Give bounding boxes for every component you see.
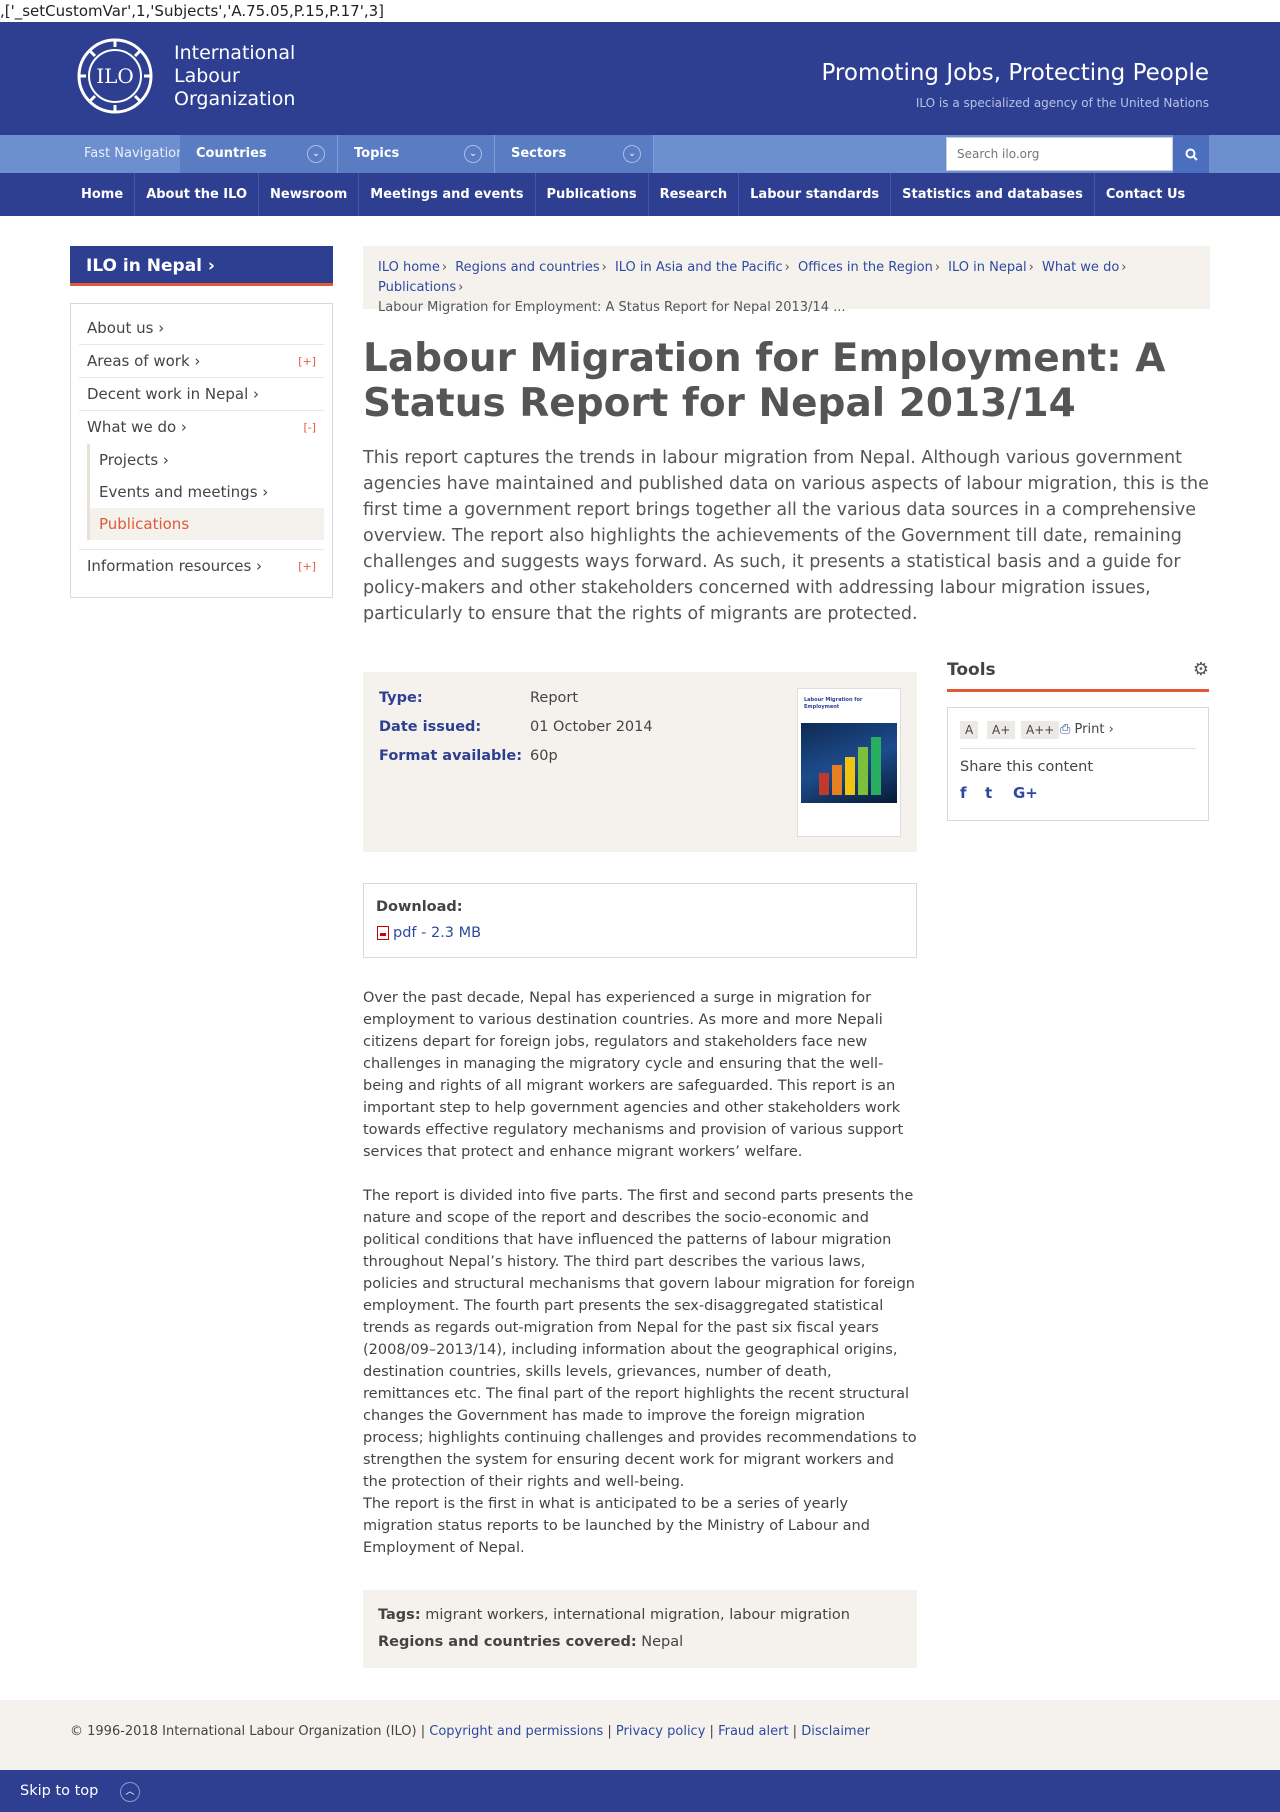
breadcrumb-link[interactable]: ILO in Nepal [948, 260, 1027, 275]
sidebar-item-what-we-do[interactable]: What we do › [-] [79, 411, 324, 444]
nav-statistics[interactable]: Statistics and databases [891, 173, 1095, 216]
font-size-large-button[interactable]: A+ [987, 721, 1016, 739]
breadcrumb-link[interactable]: Publications [378, 280, 456, 295]
footer-link-fraud[interactable]: Fraud alert [718, 1724, 788, 1739]
download-box: Download: pdf - 2.3 MB [363, 883, 917, 958]
fast-navigation: Fast Navigation: Countries ⌄ Topics ⌄ Se… [0, 135, 1280, 173]
tags-box: Tags: migrant workers, international mig… [363, 1590, 917, 1668]
breadcrumb: ILO home › Regions and countries › ILO in … [363, 246, 1210, 315]
search-icon [1185, 148, 1198, 161]
nav-contact[interactable]: Contact Us [1095, 173, 1196, 216]
fast-nav-label: Fast Navigation: [84, 146, 189, 161]
facebook-icon[interactable]: f [960, 784, 967, 802]
sidebar-item-events[interactable]: Events and meetings › [90, 476, 324, 508]
footer-link-privacy[interactable]: Privacy policy [616, 1724, 705, 1739]
nav-home[interactable]: Home [70, 173, 136, 216]
tags-value[interactable]: migrant workers, international migration… [425, 1607, 850, 1623]
footer-link-copyright[interactable]: Copyright and permissions [429, 1724, 603, 1739]
google-plus-icon[interactable]: G+ [1013, 784, 1038, 802]
site-header: ILO International Labour Organization Pr… [0, 22, 1280, 135]
sidebar-item-areas-of-work[interactable]: Areas of work › [+] [79, 345, 324, 378]
skip-to-top-link[interactable]: Skip to top [20, 1770, 98, 1812]
collapse-toggle[interactable]: [-] [303, 411, 316, 444]
nav-meetings[interactable]: Meetings and events [359, 173, 536, 216]
chevron-down-icon: ⌄ [307, 145, 325, 163]
divider [960, 748, 1196, 749]
search-input[interactable] [946, 137, 1173, 171]
font-size-normal-button[interactable]: A [960, 721, 979, 739]
page-title: Labour Migration for Employment: A Statu… [363, 336, 1166, 426]
download-label: Download: [376, 899, 463, 915]
sidebar-item-decent-work[interactable]: Decent work in Nepal › [79, 378, 324, 411]
report-cover-image[interactable]: Labour Migration for Employment [797, 688, 901, 837]
main-navigation: Home About the ILO Newsroom Meetings and… [0, 173, 1280, 216]
pdf-download-link[interactable]: pdf - 2.3 MB [393, 925, 481, 941]
footer-link-disclaimer[interactable]: Disclaimer [801, 1724, 870, 1739]
body-paragraph: The report is the first in what is antic… [363, 1496, 870, 1556]
script-text: ,['_setCustomVar',1,'Subjects','A.75.05,… [0, 2, 384, 20]
search-button[interactable] [1173, 135, 1209, 173]
sidebar-item-information-resources[interactable]: Information resources › [+] [79, 549, 324, 582]
nav-newsroom[interactable]: Newsroom [259, 173, 360, 216]
tools-heading: Tools ⚙ [947, 658, 1209, 692]
svg-text:ILO: ILO [96, 64, 134, 88]
share-label: Share this content [960, 759, 1094, 775]
sidebar-item-publications[interactable]: Publications [90, 508, 324, 540]
breadcrumb-link[interactable]: What we do [1042, 260, 1119, 275]
topics-dropdown[interactable]: Topics ⌄ [338, 135, 495, 173]
breadcrumb-link[interactable]: Offices in the Region [798, 260, 933, 275]
gears-icon: ⚙ [1192, 659, 1209, 680]
regions-line: Regions and countries covered: Nepal [378, 1634, 684, 1650]
site-tagline: Promoting Jobs, Protecting People [821, 60, 1209, 86]
sidebar-menu: About us › Areas of work › [+] Decent wo… [70, 303, 333, 598]
regions-value[interactable]: Nepal [641, 1634, 683, 1650]
nav-publications[interactable]: Publications [536, 173, 649, 216]
chevron-down-icon: ⌄ [623, 145, 641, 163]
print-button[interactable]: ⎙ Print › [1060, 721, 1114, 739]
nav-about[interactable]: About the ILO [135, 173, 260, 216]
countries-dropdown[interactable]: Countries ⌄ [180, 135, 338, 173]
sectors-dropdown[interactable]: Sectors ⌄ [495, 135, 654, 173]
site-tagline-sub: ILO is a specialized agency of the Unite… [915, 96, 1209, 110]
expand-toggle[interactable]: [+] [298, 345, 316, 378]
breadcrumb-current: Labour Migration for Employment: A Statu… [378, 300, 846, 315]
publication-info: Type: Report Date issued: 01 October 201… [363, 672, 917, 852]
printer-icon: ⎙ [1060, 722, 1071, 737]
breadcrumb-link[interactable]: ILO home [378, 260, 440, 275]
sidebar-title[interactable]: ILO in Nepal › [70, 246, 333, 286]
logo-wordmark: International Labour Organization [174, 41, 296, 110]
tags-line: Tags: migrant workers, international mig… [378, 1607, 850, 1623]
breadcrumb-link[interactable]: ILO in Asia and the Pacific [615, 260, 783, 275]
ilo-emblem-icon: ILO [77, 38, 153, 114]
site-footer: © 1996-2018 International Labour Organiz… [0, 1700, 1280, 1770]
bottom-bar: Skip to top ︿ [0, 1770, 1280, 1812]
body-paragraph: Over the past decade, Nepal has experien… [363, 990, 904, 1160]
sidebar-item-projects[interactable]: Projects › [90, 444, 324, 476]
tools-panel: A A+ A++ ⎙ Print › Share this content f … [947, 707, 1209, 821]
nav-labour-standards[interactable]: Labour standards [739, 173, 892, 216]
lead-paragraph: This report captures the trends in labou… [363, 448, 1209, 624]
sidebar-submenu: Projects › Events and meetings › Publica… [87, 444, 324, 540]
pdf-icon [377, 926, 389, 940]
chevron-up-icon[interactable]: ︿ [120, 1782, 140, 1802]
sidebar-item-about-us[interactable]: About us › [79, 312, 324, 345]
ilo-logo[interactable]: ILO International Labour Organization [70, 38, 295, 114]
chevron-down-icon: ⌄ [464, 145, 482, 163]
copyright-text: © 1996-2018 International Labour Organiz… [70, 1724, 426, 1739]
twitter-icon[interactable]: t [985, 784, 992, 802]
font-size-xlarge-button[interactable]: A++ [1021, 721, 1060, 739]
breadcrumb-link[interactable]: Regions and countries [455, 260, 599, 275]
body-paragraph: The report is divided into five parts. T… [363, 1188, 917, 1490]
nav-research[interactable]: Research [649, 173, 740, 216]
expand-toggle[interactable]: [+] [298, 550, 316, 583]
